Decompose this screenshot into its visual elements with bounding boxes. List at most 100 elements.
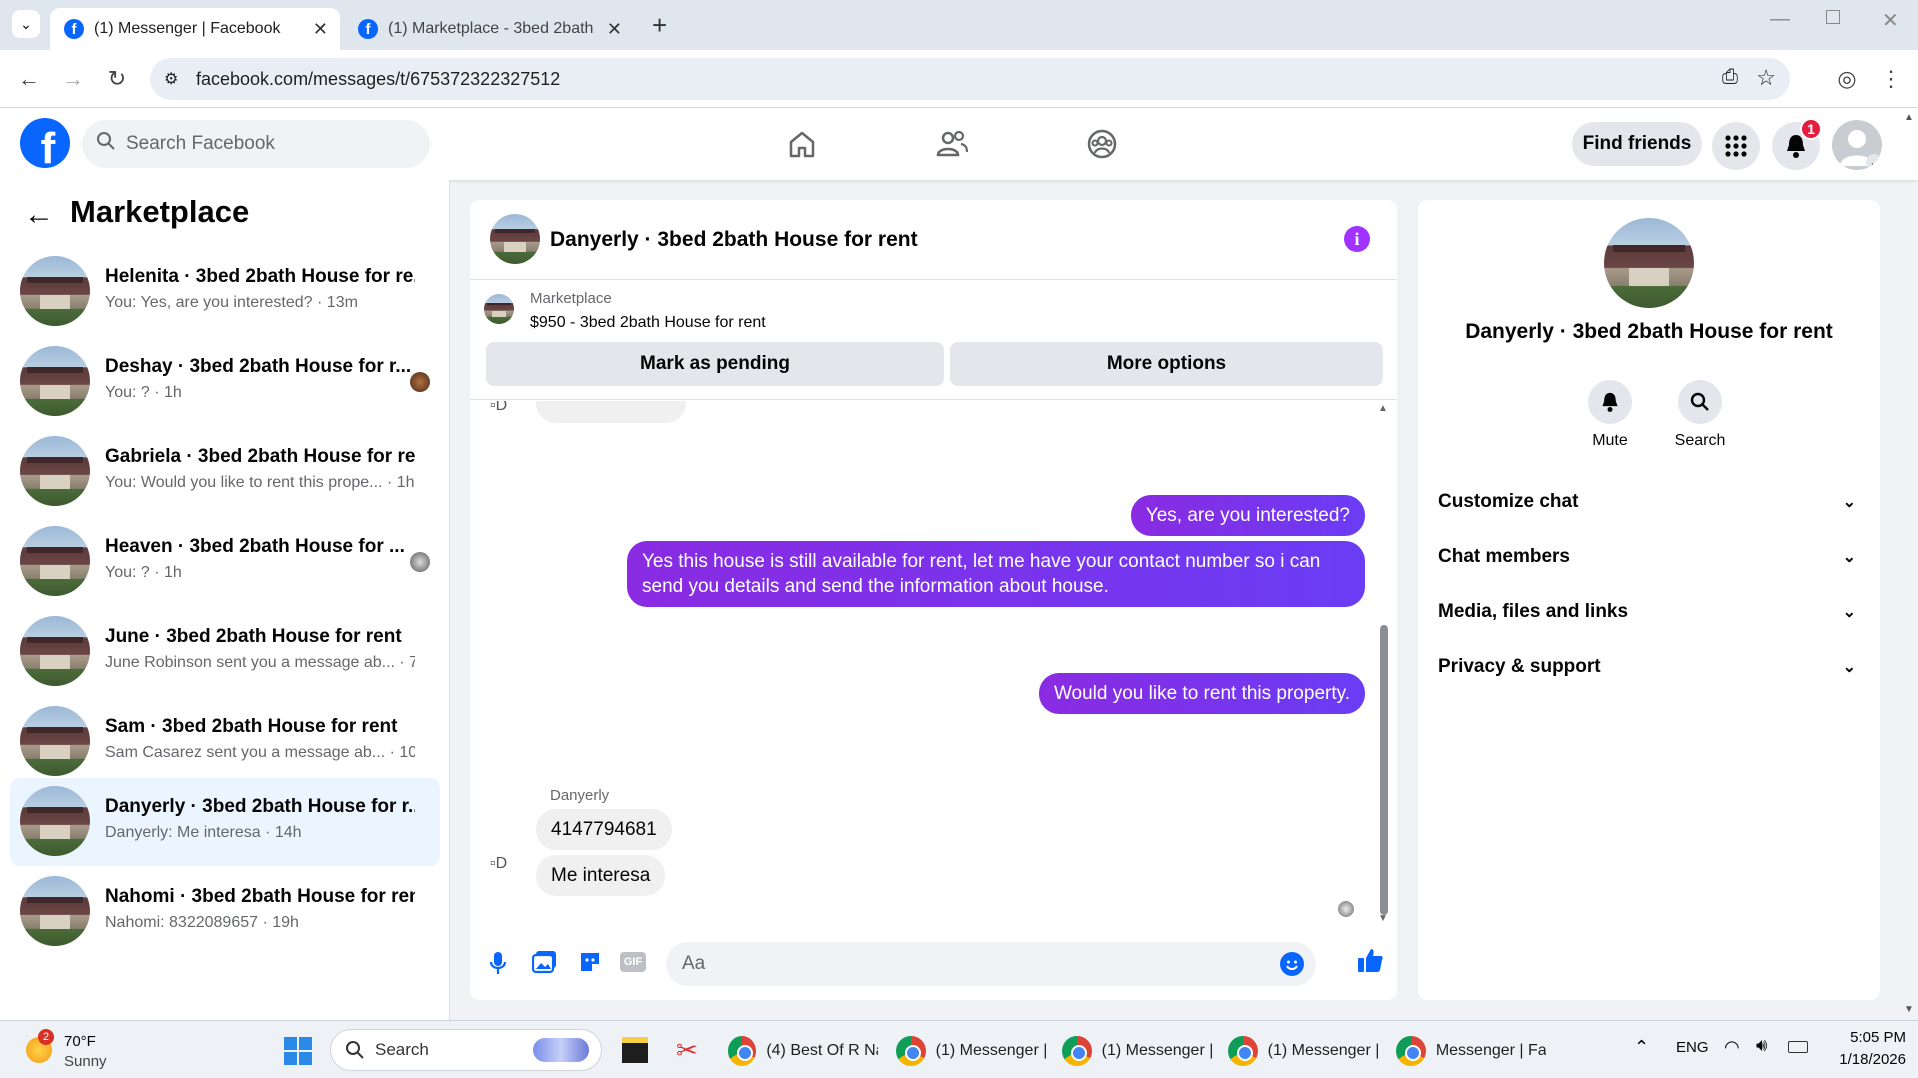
privacy-support-section[interactable]: Privacy & support ⌄ bbox=[1438, 647, 1868, 687]
profile-icon[interactable]: ◎ bbox=[1830, 62, 1864, 96]
conversation-name: Gabriela · 3bed 2bath House for re... bbox=[105, 446, 415, 467]
conversation-item[interactable]: Helenita · 3bed 2bath House for re... Yo… bbox=[10, 248, 440, 336]
notification-badge: 1 bbox=[1800, 118, 1822, 140]
mark-as-pending-button[interactable]: Mark as pending bbox=[486, 342, 944, 386]
snipping-tool-icon[interactable]: ✂ bbox=[676, 1035, 698, 1066]
message-bubble-outgoing[interactable]: Yes this house is still available for re… bbox=[627, 541, 1365, 607]
conversation-preview: You: Yes, are you interested? · 13m bbox=[105, 294, 358, 311]
volume-icon[interactable]: 🔊︎ bbox=[1756, 1035, 1767, 1056]
taskbar-app-chrome[interactable]: (1) Messenger | bbox=[896, 1029, 1046, 1073]
find-friends-button[interactable]: Find friends bbox=[1572, 122, 1702, 166]
more-options-button[interactable]: More options bbox=[950, 342, 1383, 386]
info-icon[interactable]: i bbox=[1344, 226, 1370, 252]
install-app-icon[interactable]: ⎙ bbox=[1722, 66, 1738, 89]
forward-button[interactable]: → bbox=[56, 62, 90, 96]
show-hidden-icons-chevron[interactable]: ⌃ bbox=[1634, 1037, 1649, 1058]
back-arrow-icon[interactable]: ← bbox=[24, 198, 54, 232]
chat-title[interactable]: Danyerly · 3bed 2bath House for rent bbox=[550, 228, 918, 252]
tab-search-dropdown[interactable]: ⌄ bbox=[12, 10, 40, 38]
battery-icon[interactable] bbox=[1788, 1041, 1808, 1053]
scrollbar-down-arrow[interactable]: ▼ bbox=[1378, 913, 1388, 924]
conversation-name: June · 3bed 2bath House for rent bbox=[105, 626, 402, 647]
notifications-button[interactable]: 1 bbox=[1772, 118, 1822, 170]
chat-avatar[interactable] bbox=[490, 214, 540, 264]
gif-icon[interactable]: GIF bbox=[620, 952, 646, 972]
message-bubble-incoming[interactable]: Me interesa bbox=[536, 855, 666, 896]
facebook-search-input[interactable]: Search Facebook bbox=[82, 120, 430, 168]
scrollbar-thumb[interactable] bbox=[1380, 625, 1388, 915]
conversation-name: Deshay · 3bed 2bath House for r... bbox=[105, 356, 412, 377]
site-settings-icon[interactable]: ⚙ bbox=[164, 69, 178, 89]
page-scrollbar-up[interactable]: ▲ bbox=[1904, 112, 1914, 123]
friends-icon[interactable] bbox=[930, 122, 974, 166]
message-bubble-outgoing[interactable]: Would you like to rent this property. bbox=[1038, 673, 1365, 714]
search-icon bbox=[345, 1040, 365, 1065]
search-placeholder: Search Facebook bbox=[126, 133, 275, 154]
restore-window-button[interactable] bbox=[1826, 10, 1840, 24]
photo-icon[interactable] bbox=[531, 950, 558, 979]
tab-marketplace[interactable]: f (1) Marketplace - 3bed 2bath H ✕ bbox=[344, 8, 634, 50]
conversation-item[interactable]: June · 3bed 2bath House for rent June Ro… bbox=[10, 608, 440, 696]
taskbar-search[interactable]: Search bbox=[330, 1029, 602, 1071]
home-icon[interactable] bbox=[780, 122, 824, 166]
sticker-icon[interactable] bbox=[578, 950, 602, 979]
message-bubble-outgoing[interactable]: Yes, are you interested? bbox=[1130, 495, 1365, 536]
microphone-icon[interactable] bbox=[488, 950, 508, 981]
conversation-item[interactable]: Nahomi · 3bed 2bath House for rent Nahom… bbox=[10, 868, 440, 956]
windows-start-icon[interactable] bbox=[284, 1037, 312, 1065]
scrollbar-up-arrow[interactable]: ▲ bbox=[1378, 403, 1388, 414]
menu-grid-button[interactable] bbox=[1712, 122, 1760, 170]
browser-menu-icon[interactable]: ⋮ bbox=[1874, 62, 1908, 96]
profile-avatar[interactable] bbox=[1604, 218, 1694, 308]
clock-date[interactable]: 1/18/2026 bbox=[1820, 1051, 1906, 1068]
bookmark-star-icon[interactable]: ☆ bbox=[1756, 65, 1776, 91]
search-in-conversation-button[interactable]: Search bbox=[1670, 380, 1730, 450]
close-tab-icon[interactable]: ✕ bbox=[313, 19, 328, 40]
media-files-links-section[interactable]: Media, files and links ⌄ bbox=[1438, 592, 1868, 632]
new-tab-button[interactable]: + bbox=[652, 10, 667, 41]
listing-title[interactable]: $950 - 3bed 2bath House for rent bbox=[530, 314, 766, 332]
page-scrollbar-down[interactable]: ▼ bbox=[1904, 1004, 1914, 1015]
url-omnibox[interactable]: ⚙ facebook.com/messages/t/67537232232751… bbox=[150, 58, 1790, 100]
taskbar-app-chrome[interactable]: (1) Messenger | bbox=[1228, 1029, 1378, 1073]
message-input[interactable]: Aa bbox=[666, 942, 1316, 986]
conversation-item[interactable]: Gabriela · 3bed 2bath House for re... Yo… bbox=[10, 428, 440, 516]
account-avatar[interactable]: ⌄ bbox=[1832, 120, 1882, 170]
taskbar-app-chrome[interactable]: (4) Best Of R Na bbox=[728, 1029, 878, 1073]
profile-name: Danyerly · 3bed 2bath House for rent bbox=[1465, 320, 1833, 343]
seen-receipt-avatar bbox=[1338, 901, 1354, 917]
close-window-button[interactable]: ✕ bbox=[1882, 8, 1899, 33]
minimize-window-button[interactable]: — bbox=[1770, 8, 1790, 31]
conversation-preview: Sam Casarez sent you a message ab... · 1… bbox=[105, 744, 415, 761]
conversation-preview: Danyerly: Me interesa · 14h bbox=[105, 824, 302, 841]
conversation-item[interactable]: Deshay · 3bed 2bath House for r... You: … bbox=[10, 338, 440, 426]
taskbar-app-chrome[interactable]: Messenger | Fa bbox=[1396, 1029, 1546, 1073]
listing-thumbnail bbox=[20, 436, 90, 506]
listing-thumbnail bbox=[20, 786, 90, 856]
sticky-notes-icon[interactable] bbox=[622, 1037, 648, 1063]
weather-widget[interactable]: 2 70°F Sunny bbox=[26, 1029, 146, 1073]
clock-time[interactable]: 5:05 PM bbox=[1836, 1029, 1906, 1046]
mute-button[interactable]: Mute bbox=[1580, 380, 1640, 450]
reload-button[interactable]: ↻ bbox=[100, 62, 134, 96]
customize-chat-section[interactable]: Customize chat ⌄ bbox=[1438, 482, 1868, 522]
thumbs-up-icon[interactable] bbox=[1356, 946, 1384, 979]
conversation-item[interactable]: Sam · 3bed 2bath House for rent Sam Casa… bbox=[10, 698, 440, 786]
listing-thumbnail bbox=[20, 526, 90, 596]
close-tab-icon[interactable]: ✕ bbox=[607, 19, 622, 40]
facebook-logo-icon[interactable]: f bbox=[20, 118, 70, 168]
language-indicator[interactable]: ENG bbox=[1676, 1039, 1709, 1056]
message-bubble-incoming[interactable]: 4147794681 bbox=[536, 809, 672, 850]
chat-members-section[interactable]: Chat members ⌄ bbox=[1438, 537, 1868, 577]
conversation-item-selected[interactable]: Danyerly · 3bed 2bath House for r... Dan… bbox=[10, 778, 440, 866]
wifi-icon[interactable]: ◠ bbox=[1724, 1037, 1740, 1058]
tab-messenger[interactable]: f (1) Messenger | Facebook ✕ bbox=[50, 8, 340, 50]
groups-icon[interactable] bbox=[1080, 122, 1124, 166]
conversation-item[interactable]: Heaven · 3bed 2bath House for ... You: ?… bbox=[10, 518, 440, 606]
section-label: Media, files and links bbox=[1438, 601, 1629, 622]
conversation-name: Heaven · 3bed 2bath House for ... bbox=[105, 536, 405, 557]
emoji-icon[interactable] bbox=[1280, 952, 1304, 976]
taskbar-app-chrome[interactable]: (1) Messenger | bbox=[1062, 1029, 1212, 1073]
back-button[interactable]: ← bbox=[12, 62, 46, 96]
listing-thumbnail bbox=[20, 256, 90, 326]
